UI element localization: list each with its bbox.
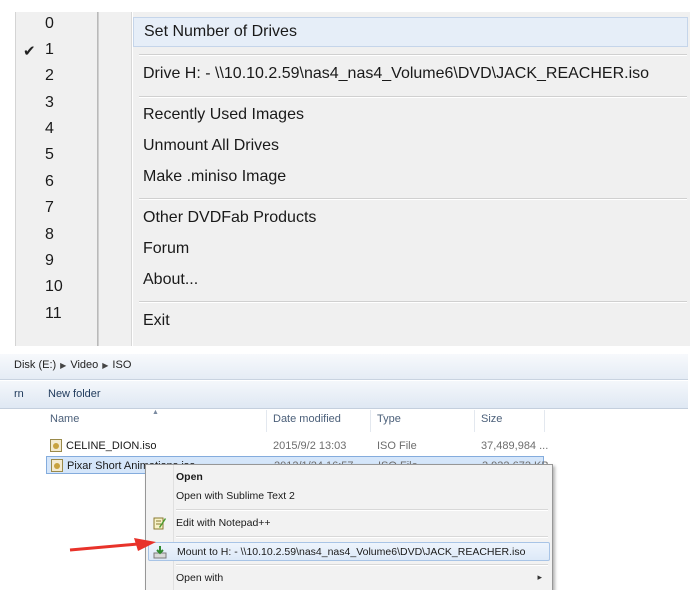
menu-label: 10 <box>45 278 63 295</box>
menu-label: 5 <box>45 146 54 163</box>
menu-label: Make .miniso Image <box>143 168 287 185</box>
menu-label: Exit <box>143 312 170 329</box>
menu-label: Edit with Notepad++ <box>176 517 271 529</box>
menu-label: 3 <box>45 94 54 111</box>
menu-separator <box>139 198 687 200</box>
file-context-menu: Open Open with Sublime Text 2 Edit with … <box>145 464 553 590</box>
column-header-type[interactable]: Type <box>377 413 401 433</box>
sort-caret-icon: ▲ <box>152 409 159 416</box>
drive-count-item-2[interactable]: 2 <box>16 64 99 90</box>
column-header-date-modified[interactable]: Date modified <box>273 413 341 433</box>
set-number-of-drives-item[interactable]: Set Number of Drives <box>133 17 688 47</box>
file-date: 2015/9/2 13:03 <box>273 440 347 452</box>
make-miniso-image-item[interactable]: Make .miniso Image <box>133 163 688 193</box>
exit-item[interactable]: Exit <box>133 307 688 337</box>
drive-h-item[interactable]: Drive H: - \\10.10.2.59\nas4_nas4_Volume… <box>133 60 688 90</box>
new-folder-button[interactable]: New folder <box>48 388 101 400</box>
red-annotation-arrow-icon <box>69 538 156 552</box>
menu-label: 0 <box>45 15 54 32</box>
menu-label: 9 <box>45 252 54 269</box>
unmount-all-drives-item[interactable]: Unmount All Drives <box>133 132 688 162</box>
organize-button[interactable]: rn <box>14 388 24 400</box>
forum-item[interactable]: Forum <box>133 235 688 265</box>
command-bar: rn New folder <box>0 381 688 409</box>
menu-label: Open with Sublime Text 2 <box>176 490 295 502</box>
drive-count-item-1[interactable]: ✔ 1 <box>16 38 99 64</box>
file-type: ISO File <box>377 440 417 452</box>
menu-label: 4 <box>45 120 54 137</box>
menu-label: Open <box>176 471 203 483</box>
breadcrumb-iso[interactable]: ISO <box>112 359 131 371</box>
menu-label: Mount to H: - \\10.10.2.59\nas4_nas4_Vol… <box>177 546 526 558</box>
open-with-item[interactable]: Open with ▸ <box>148 569 550 588</box>
open-with-sublime-item[interactable]: Open with Sublime Text 2 <box>148 487 550 506</box>
menu-label: Drive H: - \\10.10.2.59\nas4_nas4_Volume… <box>143 65 650 82</box>
menu-label: 1 <box>45 41 54 58</box>
menu-label: 7 <box>45 199 54 216</box>
drive-count-item-5[interactable]: 5 <box>16 143 99 169</box>
recently-used-images-item[interactable]: Recently Used Images <box>133 101 688 131</box>
column-divider[interactable] <box>474 410 475 432</box>
menu-separator <box>139 54 687 56</box>
column-divider[interactable] <box>266 410 267 432</box>
address-bar[interactable]: Disk (E:) ▶ Video ▶ ISO <box>0 354 688 380</box>
about-item[interactable]: About... <box>133 266 688 296</box>
menu-label: Forum <box>143 240 190 257</box>
drive-count-item-8[interactable]: 8 <box>16 223 99 249</box>
breadcrumb: Disk (E:) ▶ Video ▶ ISO <box>14 359 131 371</box>
menu-label: Unmount All Drives <box>143 137 280 154</box>
drive-count-item-10[interactable]: 10 <box>16 275 99 301</box>
menu-label: Set Number of Drives <box>144 23 297 40</box>
menu-separator <box>176 509 548 511</box>
breadcrumb-disk[interactable]: Disk (E:) <box>14 359 56 371</box>
column-header-size[interactable]: Size <box>481 413 502 433</box>
column-divider[interactable] <box>544 410 545 432</box>
image-divider <box>0 346 700 354</box>
drive-count-item-7[interactable]: 7 <box>16 196 99 222</box>
mount-to-h-item[interactable]: Mount to H: - \\10.10.2.59\nas4_nas4_Vol… <box>148 542 550 561</box>
menu-separator <box>139 301 687 303</box>
open-item[interactable]: Open <box>148 468 550 487</box>
file-name: CELINE_DION.iso <box>66 440 157 452</box>
breadcrumb-arrow-icon[interactable]: ▶ <box>102 361 108 370</box>
menu-label: 8 <box>45 226 54 243</box>
drive-count-item-0[interactable]: 0 <box>16 12 99 38</box>
iso-file-icon <box>50 439 62 452</box>
breadcrumb-arrow-icon[interactable]: ▶ <box>60 361 66 370</box>
drive-count-item-3[interactable]: 3 <box>16 91 99 117</box>
menu-label: 11 <box>45 305 62 322</box>
menu-label: 6 <box>45 173 54 190</box>
column-header-name[interactable]: Name <box>50 413 79 433</box>
menu-separator <box>139 96 687 98</box>
menu-label: About... <box>143 271 199 288</box>
checkmark-icon: ✔ <box>23 42 36 60</box>
menu-label: Other DVDFab Products <box>143 209 317 226</box>
edit-with-notepad-item[interactable]: Edit with Notepad++ <box>148 514 550 533</box>
file-row[interactable]: CELINE_DION.iso 2015/9/2 13:03 ISO File … <box>46 437 548 455</box>
menu-separator <box>176 564 548 566</box>
submenu-arrow-icon: ▸ <box>537 572 542 582</box>
column-divider[interactable] <box>370 410 371 432</box>
drive-count-submenu: 0 ✔ 1 2 3 4 5 6 7 8 9 10 11 <box>15 12 98 346</box>
iso-file-icon <box>51 459 63 472</box>
drive-count-item-11[interactable]: 11 <box>16 302 99 328</box>
virtual-drive-context-menu: Set Number of Drives Drive H: - \\10.10.… <box>98 12 690 346</box>
other-dvdfab-products-item[interactable]: Other DVDFab Products <box>133 204 688 234</box>
breadcrumb-video[interactable]: Video <box>70 359 98 371</box>
menu-label: 2 <box>45 67 54 84</box>
menu-label: Recently Used Images <box>143 106 304 123</box>
drive-count-item-9[interactable]: 9 <box>16 249 99 275</box>
file-explorer-window: Disk (E:) ▶ Video ▶ ISO rn New folder ▲ Name… <box>0 354 700 590</box>
dvdfab-menu-panel: 0 ✔ 1 2 3 4 5 6 7 8 9 10 11 Set Number of… <box>0 0 700 346</box>
drive-count-item-4[interactable]: 4 <box>16 117 99 143</box>
file-size: 37,489,984 ... <box>481 440 549 452</box>
notepad-plus-plus-icon <box>153 517 166 530</box>
menu-separator <box>176 536 548 538</box>
drive-count-item-6[interactable]: 6 <box>16 170 99 196</box>
menu-label: Open with <box>176 572 224 584</box>
